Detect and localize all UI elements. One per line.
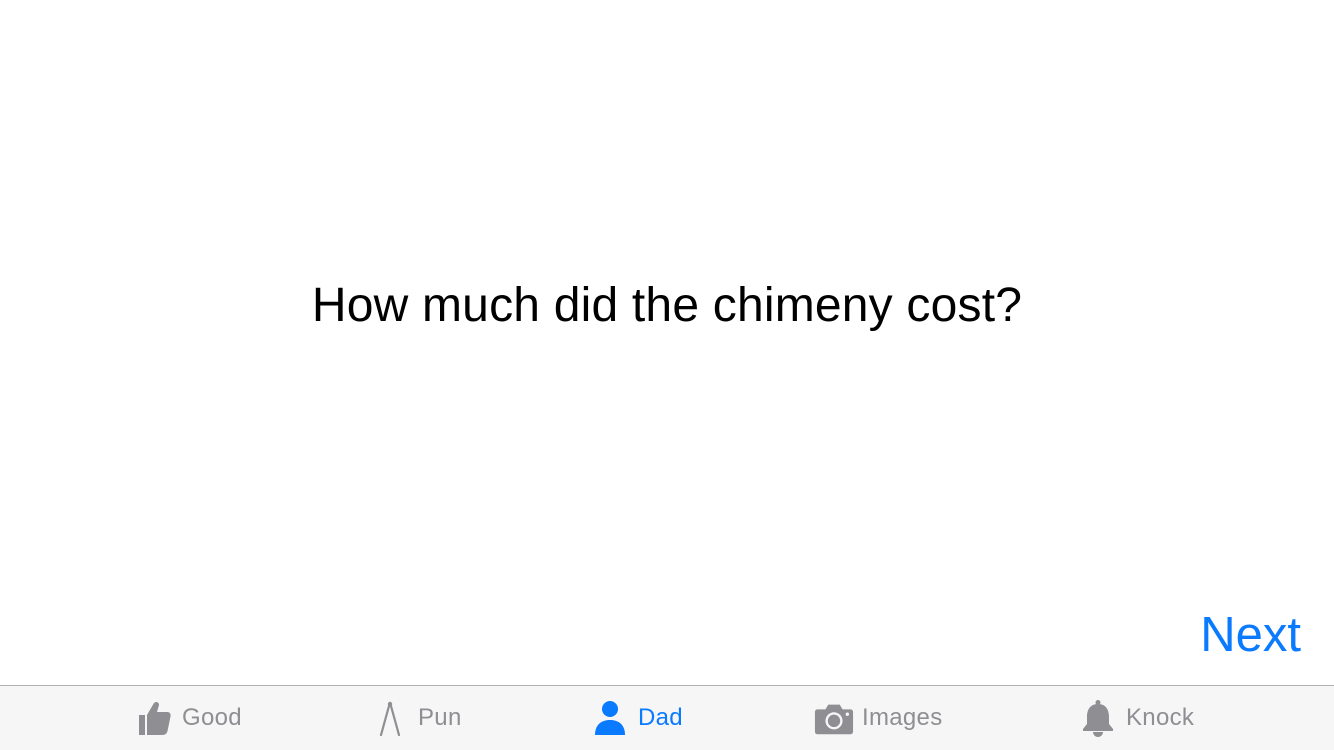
compass-icon [370,698,410,738]
tab-pun[interactable]: Pun [370,686,462,750]
tab-bar: Good Pun Dad Images Knock [0,685,1334,750]
tab-pun-label: Pun [418,704,462,731]
next-button[interactable]: Next [1200,606,1301,664]
tab-knock[interactable]: Knock [1078,686,1194,750]
app-screen: How much did the chimeny cost? Next Good… [0,0,1334,750]
tab-images[interactable]: Images [814,686,943,750]
tab-good-label: Good [182,704,242,731]
thumbs-up-icon [134,698,174,738]
tab-knock-label: Knock [1126,704,1195,731]
camera-icon [814,698,854,738]
person-icon [590,698,630,738]
tab-good[interactable]: Good [134,686,242,750]
tab-dad[interactable]: Dad [590,686,683,750]
tab-images-label: Images [862,704,943,731]
tab-dad-label: Dad [638,704,683,731]
joke-question-text: How much did the chimeny cost? [311,279,1023,332]
joke-content-area: How much did the chimeny cost? Next [0,0,1334,685]
bell-icon [1078,698,1118,738]
